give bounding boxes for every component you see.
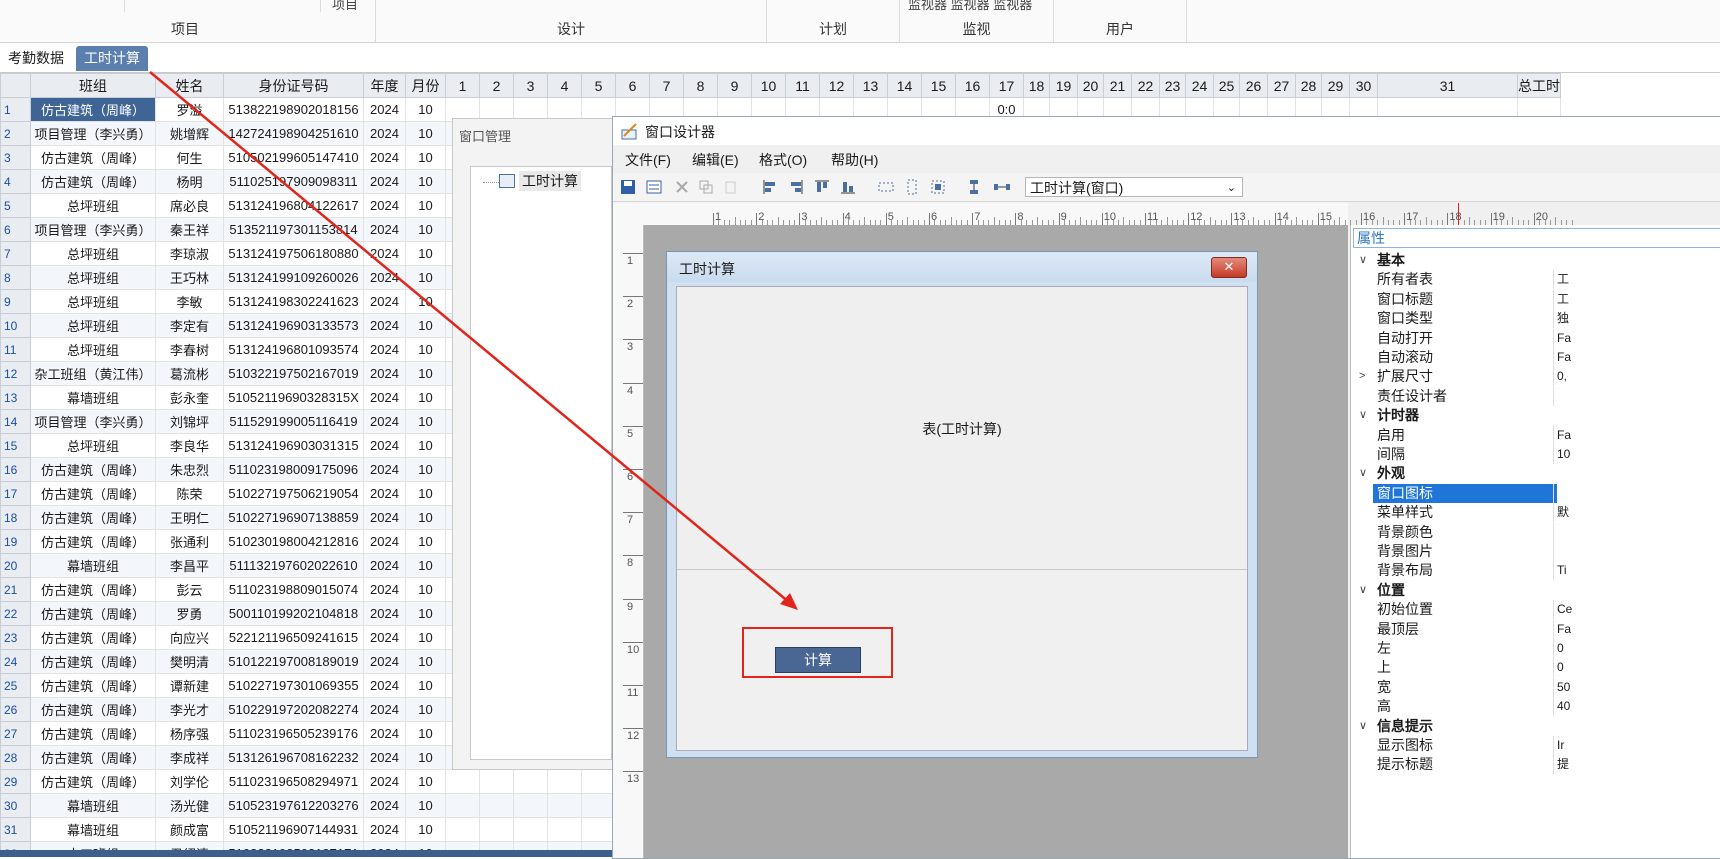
annotation-arrow [149, 71, 798, 610]
